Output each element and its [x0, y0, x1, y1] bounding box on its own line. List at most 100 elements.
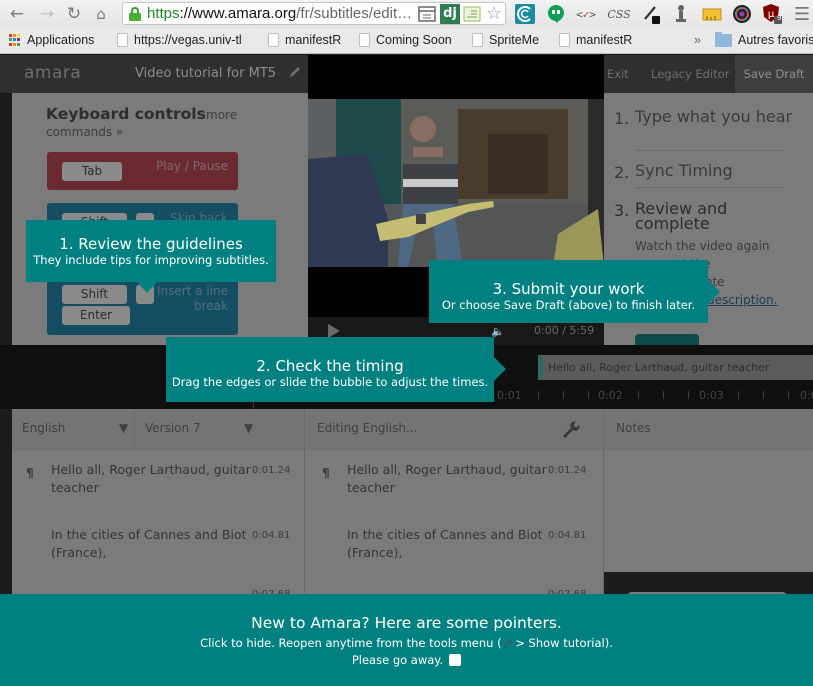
url-text[interactable]: https://www.amara.org/fr/subtitles/edit…	[147, 5, 412, 22]
key-tab: Tab	[62, 162, 122, 181]
timeline-tick	[638, 391, 639, 399]
amara-logo[interactable]: amara	[24, 63, 81, 83]
chevron-down-icon[interactable]: ▼	[119, 421, 128, 435]
notes-header: Notes	[604, 409, 813, 450]
shortcut-label: Insert a line break	[157, 284, 228, 314]
bookmark-other-folder[interactable]: Autres favoris	[715, 31, 813, 47]
address-bar[interactable]: https://www.amara.org/fr/subtitles/edit……	[122, 2, 506, 25]
shortcut-label-line2: break	[194, 299, 228, 313]
timeline-tick-label: 0:03	[699, 389, 724, 402]
color-wheel-icon[interactable]	[731, 3, 753, 25]
star-icon[interactable]: ☆	[484, 4, 504, 24]
url-host: ://www.amara.org	[179, 5, 297, 22]
save-draft-button[interactable]: Save Draft	[735, 55, 813, 93]
step-label: Type what you hear	[635, 107, 793, 126]
row-time: 0:01.24	[252, 465, 291, 476]
row-text-line: In the cities of Cannes and Biot	[51, 527, 247, 542]
subtitle-panels: English ▼ Version 7 ▼ ¶ Hello all, Roger…	[12, 409, 813, 600]
pencil-icon[interactable]	[288, 65, 302, 79]
folder-icon	[715, 31, 732, 47]
key-shift: Shift	[62, 285, 127, 304]
legacy-editor-link[interactable]: Legacy Editor	[651, 55, 729, 93]
callout-pointer-icon	[494, 357, 506, 381]
row-time[interactable]: 0:01.24	[548, 465, 586, 476]
exit-link[interactable]: Exit	[607, 55, 629, 93]
css-label: CSS	[607, 7, 631, 21]
row-text-line: teacher	[347, 480, 395, 495]
timeline-tick	[588, 391, 589, 399]
dismiss-checkbox[interactable]	[449, 654, 462, 666]
menu-icon[interactable]: ☰	[791, 3, 813, 25]
reference-row-1: Hello all, Roger Larthaud, guitar teacher	[51, 461, 251, 497]
paragraph-icon: ¶	[26, 466, 34, 480]
row-text-line: Hello all, Roger Larthaud, guitar	[51, 462, 251, 477]
bookmarks-overflow-button[interactable]: »	[694, 33, 701, 47]
eyedropper-icon[interactable]	[641, 3, 663, 25]
ublock-icon[interactable]: μ9	[761, 3, 783, 25]
bookmarks-bar: Applications https://vegas.univ-tl manif…	[0, 28, 813, 54]
css-icon[interactable]: CSS	[606, 3, 632, 25]
more-commands-link-2[interactable]: commands »	[46, 125, 123, 139]
bookmark-manifestr[interactable]: manifestR	[268, 33, 341, 47]
banner-hint-post: > Show tutorial).	[511, 636, 613, 650]
tutorial-callout-submit[interactable]: 3. Submit your work Or choose Save Draft…	[429, 260, 708, 323]
bookmark-coming-soon[interactable]: Coming Soon	[359, 33, 452, 47]
editing-row-2[interactable]: In the cities of Cannes and Biot (France)…	[347, 526, 542, 562]
callout-title: 3. Submit your work	[492, 280, 645, 298]
reference-version-select[interactable]: Version 7	[145, 421, 201, 435]
row-time: 0:04.81	[252, 530, 291, 541]
dj-icon[interactable]: dj	[440, 4, 460, 24]
dismiss-row: Please go away.	[0, 653, 813, 667]
chevron-down-icon[interactable]: ▼	[244, 421, 253, 435]
reference-row-2: In the cities of Cannes and Biot (France)…	[51, 526, 246, 562]
key-enter: Enter	[62, 306, 130, 325]
rss-icon[interactable]	[462, 4, 482, 24]
reader-icon[interactable]	[417, 4, 437, 24]
bookmark-applications[interactable]: Applications	[9, 33, 94, 47]
timeline-tick	[788, 391, 789, 399]
wrench-icon	[503, 639, 512, 648]
play-icon[interactable]	[328, 324, 340, 338]
video-frame[interactable]	[308, 99, 604, 267]
video-thumbnail	[308, 99, 604, 267]
subtitle-bubble[interactable]: Hello all, Roger Larthaud, guitar teache…	[538, 355, 813, 380]
ext-wave-icon[interactable]	[514, 3, 536, 25]
page-icon	[268, 33, 279, 47]
bookmark-label: manifestR	[576, 33, 633, 47]
code-icon[interactable]: < ✓ >	[575, 3, 597, 25]
bookmark-vegas[interactable]: https://vegas.univ-tl	[117, 33, 246, 47]
url-scheme: https	[147, 5, 180, 22]
reference-language-select[interactable]: English	[22, 421, 65, 435]
svg-text:μ: μ	[768, 9, 775, 20]
page-icon	[117, 33, 128, 47]
ruler-icon[interactable]	[701, 3, 723, 25]
chess-icon[interactable]	[670, 3, 692, 25]
editing-row-1[interactable]: Hello all, Roger Larthaud, guitar teacher	[347, 461, 547, 497]
shortcut-label: Play / Pause	[156, 159, 228, 173]
row-text-line: teacher	[51, 480, 99, 495]
step-label: Review and complete	[635, 199, 728, 233]
notes-title: Notes	[616, 421, 651, 435]
row-time[interactable]: 0:04.81	[548, 530, 586, 541]
timeline-tick	[663, 391, 664, 399]
home-icon[interactable]: ⌂	[90, 3, 112, 25]
endorse-button[interactable]	[635, 334, 699, 345]
forward-icon[interactable]: →	[36, 3, 58, 25]
hangouts-icon[interactable]	[545, 3, 567, 25]
wrench-icon[interactable]	[560, 419, 580, 439]
bookmark-manifestr-2[interactable]: manifestR	[559, 33, 632, 47]
lock-icon	[129, 7, 141, 21]
back-icon[interactable]: ←	[6, 3, 28, 25]
paragraph-icon: ¶	[322, 466, 330, 480]
page-icon	[472, 33, 483, 47]
tutorial-callout-timing[interactable]: 2. Check the timing Drag the edges or sl…	[166, 337, 494, 402]
bookmark-label: SpriteMe	[489, 33, 540, 47]
reload-icon[interactable]: ↻	[63, 3, 85, 25]
more-commands-link[interactable]: more	[206, 108, 237, 122]
bookmark-label: Autres favoris	[738, 33, 813, 47]
bookmark-spriteme[interactable]: SpriteMe	[472, 33, 539, 47]
step-number: 3.	[614, 201, 630, 220]
tutorial-banner[interactable]: New to Amara? Here are some pointers. Cl…	[0, 594, 813, 686]
ublock-badge: 9	[777, 14, 782, 22]
tutorial-callout-guidelines[interactable]: 1. Review the guidelines They include ti…	[26, 220, 276, 282]
